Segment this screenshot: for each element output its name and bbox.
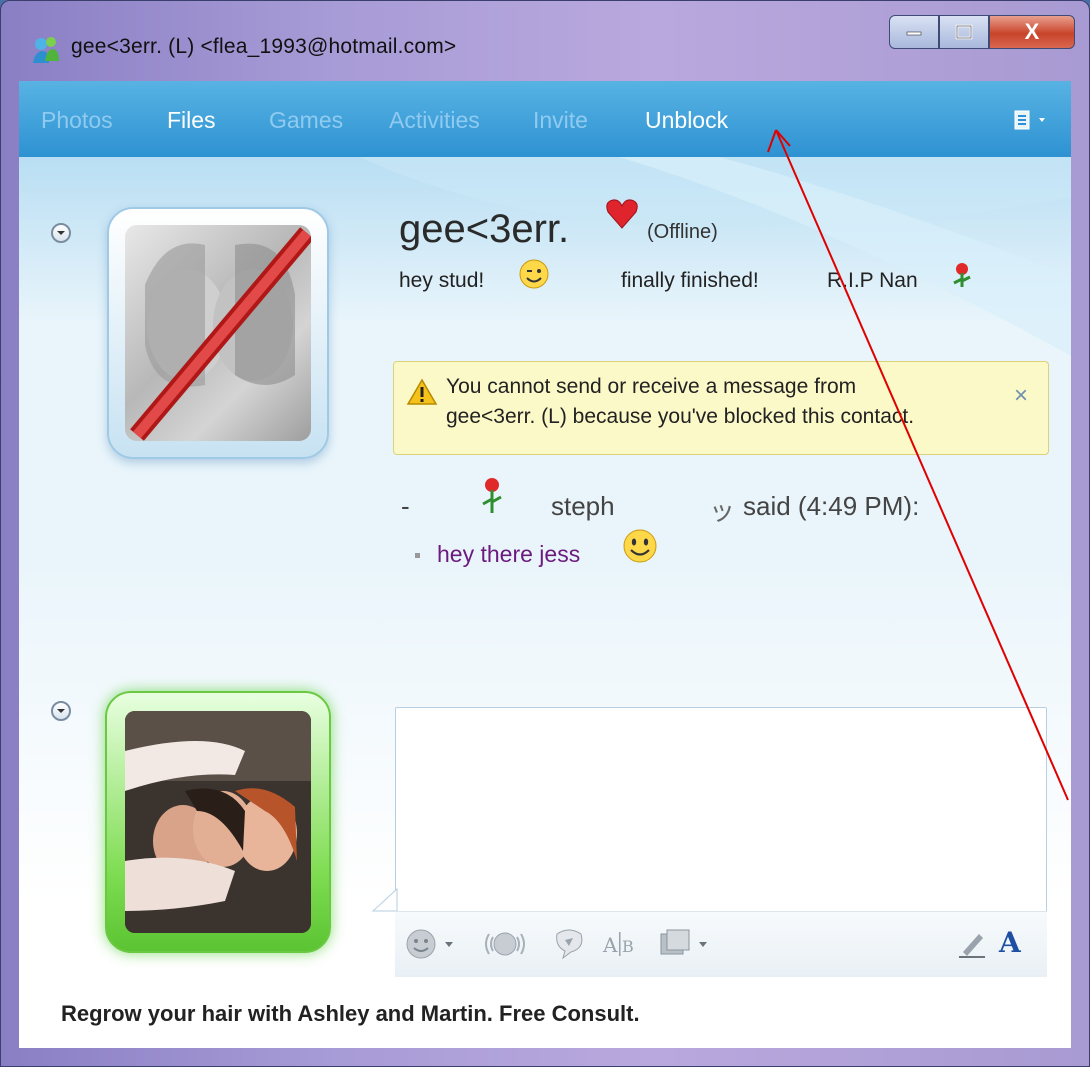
message-bullet xyxy=(415,553,420,558)
toolbar: Photos Files Games Activities Invite Unb… xyxy=(19,81,1071,157)
background-icon[interactable] xyxy=(657,926,715,962)
warning-line: gee<3err. (L) because you've blocked thi… xyxy=(446,405,915,428)
personal-message-part: hey stud! xyxy=(399,269,485,292)
toolbar-unblock[interactable]: Unblock xyxy=(645,107,728,134)
blocked-warning-banner: You cannot send or receive a message fro… xyxy=(393,361,1049,455)
emoticon-icon[interactable] xyxy=(403,926,461,962)
heart-icon xyxy=(606,199,638,229)
toolbar-games[interactable]: Games xyxy=(269,107,343,134)
contact-status: (Offline) xyxy=(647,221,718,243)
wink-icon[interactable] xyxy=(551,926,587,962)
wink-smile-icon xyxy=(519,259,549,289)
blocked-slash-icon xyxy=(130,227,311,441)
minimize-button[interactable] xyxy=(889,15,939,49)
messenger-buddy-icon xyxy=(33,37,59,63)
said-timestamp: said (4:49 PM): xyxy=(743,491,920,521)
warning-icon xyxy=(406,378,438,405)
messenger-window: gee<3err. (L) <flea_1993@hotmail.com> X … xyxy=(0,0,1090,1067)
compose-pointer xyxy=(371,887,398,912)
minimize-icon xyxy=(906,31,922,36)
smile-icon xyxy=(623,529,657,563)
contact-photo xyxy=(125,225,311,441)
toolbar-photos[interactable]: Photos xyxy=(41,107,113,134)
window-controls: X xyxy=(889,15,1075,51)
title-bar[interactable]: gee<3err. (L) <flea_1993@hotmail.com> X xyxy=(1,1,1089,81)
toolbar-activities[interactable]: Activities xyxy=(389,107,480,134)
chevron-down-icon xyxy=(57,231,65,235)
personal-message-part: finally finished! xyxy=(621,269,759,292)
user-picture-toggle[interactable] xyxy=(51,701,71,721)
message-dash: - xyxy=(401,491,410,521)
toolbar-files[interactable]: Files xyxy=(167,107,216,134)
contact-picture-toggle[interactable] xyxy=(51,223,71,243)
conversation-client-area: Photos Files Games Activities Invite Unb… xyxy=(19,81,1071,1048)
user-photo-image xyxy=(125,711,311,933)
close-icon[interactable]: × xyxy=(1014,382,1028,410)
rose-icon xyxy=(953,263,971,287)
window-title: gee<3err. (L) <flea_1993@hotmail.com> xyxy=(71,35,457,58)
warning-text: You cannot send or receive a message fro… xyxy=(446,372,1006,432)
handwriting-icon[interactable] xyxy=(955,926,989,962)
layout-menu-icon[interactable] xyxy=(1013,109,1049,133)
toolbar-invite[interactable]: Invite xyxy=(533,107,588,134)
advertisement-text[interactable]: Regrow your hair with Ashley and Martin.… xyxy=(61,1001,640,1027)
sender-name: steph xyxy=(551,491,615,521)
rose-icon xyxy=(482,478,502,513)
personal-message-part: R.I.P Nan xyxy=(827,269,918,292)
close-button[interactable]: X xyxy=(989,15,1075,49)
font-icon[interactable]: A xyxy=(999,926,1021,959)
sender-suffix: ッ xyxy=(709,496,736,526)
compose-toolbar: AB A xyxy=(395,911,1047,977)
chat-message: hey there jess xyxy=(437,541,581,567)
maximize-button[interactable] xyxy=(939,15,989,49)
maximize-icon xyxy=(955,24,973,40)
contact-name: gee<3err. xyxy=(399,207,570,251)
user-photo xyxy=(125,711,311,933)
font-size-icon[interactable]: AB xyxy=(601,926,641,962)
warning-line: You cannot send or receive a message fro… xyxy=(446,375,857,398)
svg-text:A: A xyxy=(602,933,618,957)
close-icon: X xyxy=(1024,19,1040,44)
contact-display-picture[interactable] xyxy=(107,207,329,459)
nudge-icon[interactable] xyxy=(481,926,529,962)
chevron-down-icon xyxy=(57,709,65,713)
svg-text:B: B xyxy=(622,937,634,956)
user-display-picture[interactable] xyxy=(105,691,331,953)
